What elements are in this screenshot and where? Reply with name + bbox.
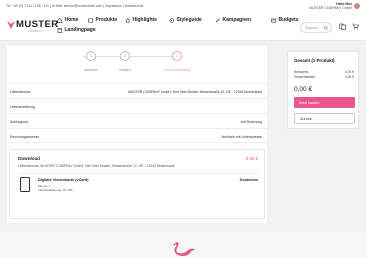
- product-individualisation: Individualisierung: ID: 185: [38, 188, 73, 192]
- cart-icon[interactable]: [352, 23, 359, 30]
- brand-logo[interactable]: MUSTER COMPANY: [7, 19, 59, 33]
- download-shipment: Download 0,00 € Lieferadresse: MUSTER CO…: [9, 149, 265, 219]
- summary-line-shipping: Versandkosten 0,00 €: [294, 75, 354, 79]
- row-zahlungsart: Zahlungsart Auf Rechnung: [7, 113, 267, 128]
- nav-produkte-label: Produkte: [95, 17, 118, 23]
- product-thumbnail: [20, 177, 30, 192]
- nav-styleguide-label: Styleguide: [176, 17, 202, 23]
- logo-icon: [7, 21, 15, 29]
- steps-connector: [83, 56, 178, 57]
- download-address: Lieferadresse: MUSTER COMPANY GmbH, Herr…: [18, 164, 175, 168]
- nav-produkte[interactable]: Produkte: [88, 17, 117, 23]
- back-button[interactable]: Zurück: [294, 113, 355, 124]
- rocket-icon: [215, 17, 220, 23]
- download-price: 0,00 €: [245, 156, 258, 161]
- avatar[interactable]: [353, 1, 361, 10]
- row-label: Zahlungsart: [10, 119, 28, 124]
- top-bar: Tel. +49 (0) 7 111 / 138 - 120 | ✉ Mail:…: [0, 0, 366, 11]
- row-label: Lieferanweisung: [10, 104, 35, 109]
- step-2[interactable]: 2: [120, 51, 130, 61]
- row-lieferadresse: Lieferadresse MUSTER COMPANY GmbH, Herr …: [7, 83, 267, 98]
- page-icon: [57, 27, 62, 33]
- brand-name: MUSTER: [16, 19, 59, 30]
- product-price: Kostenlos: [239, 178, 258, 182]
- gear-icon: [169, 17, 174, 23]
- product-name[interactable]: Digitale Visitenkarte (vCard): [38, 178, 89, 182]
- summary-title: Gesamt (1 Produkt): [294, 58, 335, 63]
- nav-home[interactable]: Home: [57, 17, 78, 23]
- nav-styleguide[interactable]: Styleguide: [169, 17, 202, 23]
- summary-line-value: 0,00 €: [345, 75, 354, 79]
- star-icon: [125, 17, 131, 23]
- summary-line-value: 0,00 €: [345, 70, 354, 74]
- nav-kampagnen-label: Kampagnen: [222, 17, 252, 23]
- row-value: Identisch mit Lieferadresse: [221, 134, 262, 139]
- wallet-icon: [271, 18, 277, 22]
- download-title: Download: [18, 156, 40, 161]
- row-lieferanweisung: Lieferanweisung: [7, 98, 267, 113]
- nav-landingpage-label: Landingpage: [64, 27, 96, 33]
- order-summary-box: Gesamt (1 Produkt) Nettopreis 0,00 € Ver…: [287, 51, 359, 129]
- search-placeholder: Suchen: [305, 26, 318, 31]
- flamingo-icon: [173, 242, 195, 257]
- row-value: Auf Rechnung: [240, 119, 263, 124]
- back-label: Zurück: [300, 117, 312, 122]
- row-value: MUSTER COMPANY GmbH, Herr Max Muster, Mu…: [127, 89, 262, 94]
- search-icon: [324, 26, 328, 30]
- summary-line-net: Nettopreis 0,00 €: [294, 70, 354, 74]
- checkout-summary-panel: 1 2 3 Adressen Versand Zusammenfassung L…: [7, 46, 267, 223]
- nav-highlights[interactable]: Highlights: [125, 17, 157, 23]
- step-3-label: Zusammenfassung: [163, 68, 191, 72]
- row-rechnungsadresse: Rechnungsadresse Identisch mit Lieferadr…: [7, 128, 267, 143]
- search-input[interactable]: Suchen: [300, 22, 332, 33]
- user-menu[interactable]: Hallo Max MUSTER COMPANY GmbH: [309, 2, 352, 10]
- summary-line-label: Versandkosten: [294, 75, 316, 79]
- nav-landingpage[interactable]: Landingpage: [57, 27, 96, 33]
- row-label: Rechnungsadresse: [10, 134, 40, 139]
- step-1-label: Adressen: [84, 68, 98, 72]
- row-label: Lieferadresse: [10, 89, 31, 94]
- summary-line-label: Nettopreis: [294, 70, 309, 74]
- divider: [18, 173, 258, 174]
- contact-info[interactable]: Tel. +49 (0) 7 111 / 138 - 120 | ✉ Mail:…: [6, 4, 143, 8]
- products-icon: [88, 18, 94, 22]
- step-3-active: 3: [172, 51, 182, 61]
- product-quantity: Menge: 1: [38, 183, 51, 188]
- brand-sub: COMPANY: [28, 29, 43, 33]
- chevron-right-icon: ›: [299, 100, 301, 105]
- buy-now-button[interactable]: Jetzt kaufen ›: [294, 97, 355, 108]
- nav-budgets[interactable]: Budgets: [271, 17, 299, 23]
- nav-home-label: Home: [64, 17, 79, 23]
- nav-kampagnen[interactable]: Kampagnen: [215, 17, 251, 23]
- nav-highlights-label: Highlights: [132, 17, 157, 23]
- user-company: MUSTER COMPANY GmbH: [309, 5, 352, 10]
- summary-total: 0,00 €: [294, 86, 313, 93]
- home-icon: [57, 17, 63, 23]
- step-2-label: Versand: [119, 68, 131, 72]
- nav-budgets-label: Budgets: [278, 17, 299, 23]
- step-1[interactable]: 1: [86, 51, 96, 61]
- compare-icon[interactable]: [339, 23, 346, 30]
